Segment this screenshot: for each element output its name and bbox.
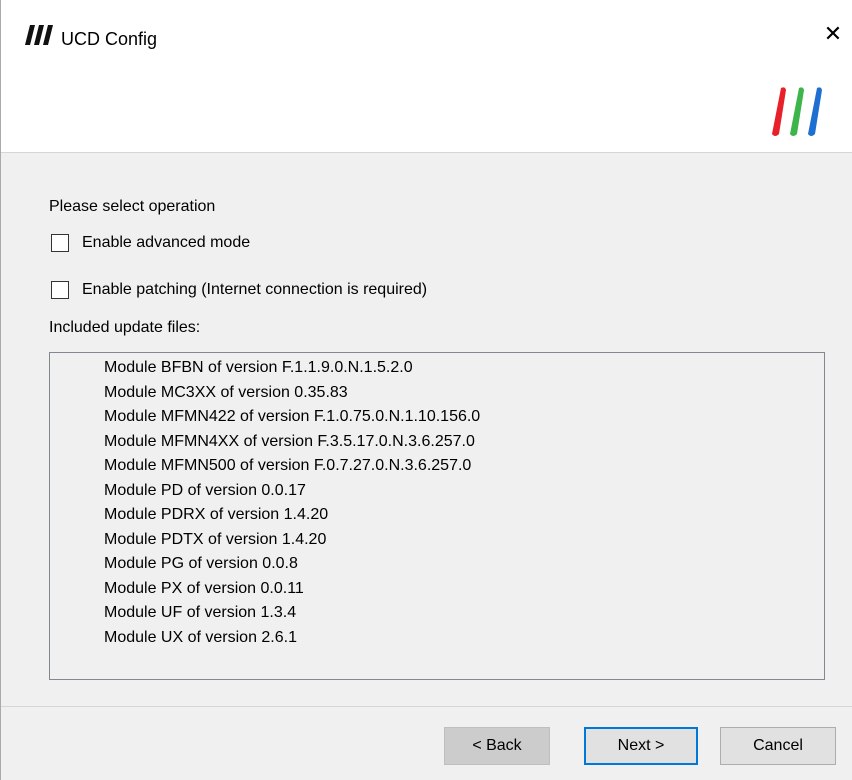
list-item: Module PD of version 0.0.17 [104,481,306,499]
list-item: Module MFMN500 of version F.0.7.27.0.N.3… [104,457,472,474]
window-title: UCD Config [61,29,158,49]
back-button[interactable]: < Back [444,727,550,765]
list-item: Module UF of version 1.3.4 [104,604,297,621]
list-item: Module PDRX of version 1.4.20 [104,506,329,523]
list-item: Module MC3XX of version 0.35.83 [104,383,348,401]
list-item: Module UX of version 2.6.1 [104,628,297,646]
operation-prompt: Please select operation [49,198,216,215]
patching-label: Enable patching (Internet connection is … [82,281,428,298]
list-item: Module PX of version 0.0.11 [104,579,304,597]
list-item: Module PG of version 0.0.8 [104,555,298,572]
list-item: Module BFBN of version F.1.1.9.0.N.1.5.2… [104,359,413,376]
advanced-mode-label: Enable advanced mode [82,234,251,251]
patching-checkbox[interactable] [51,281,69,299]
patching-option[interactable]: Enable patching (Internet connection is … [51,281,427,299]
advanced-mode-checkbox[interactable] [51,234,69,252]
included-files-label: Included update files: [49,319,201,336]
header-panel: UCD Config ✕ [1,0,852,153]
list-item: Module MFMN4XX of version F.3.5.17.0.N.3… [104,432,475,450]
next-button[interactable]: Next > [584,727,698,765]
footer-divider [1,706,852,707]
close-icon[interactable]: ✕ [819,20,847,48]
ucd-config-window: UCD Config ✕ Please select operation Ena… [0,0,852,780]
advanced-mode-option[interactable]: Enable advanced mode [51,234,250,252]
ucd-brand-logo-icon [772,87,822,136]
list-item: Module MFMN422 of version F.1.0.75.0.N.1… [104,408,481,425]
ucd-logo-icon [25,25,53,45]
list-item: Module PDTX of version 1.4.20 [104,530,327,548]
update-files-list[interactable]: Module BFBN of version F.1.1.9.0.N.1.5.2… [49,352,825,680]
cancel-button[interactable]: Cancel [720,727,836,765]
